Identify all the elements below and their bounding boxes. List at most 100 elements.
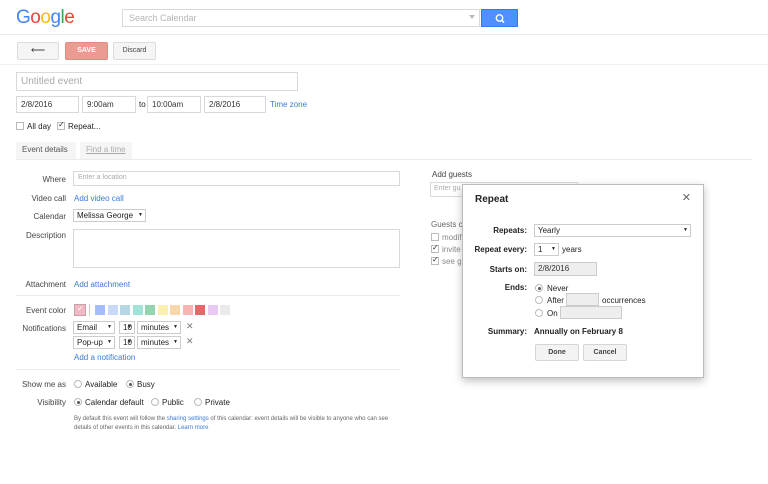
- all-day-label: All day: [27, 122, 52, 131]
- all-day-checkbox[interactable]: [16, 122, 24, 130]
- notification-amount: 10: [123, 323, 132, 332]
- starts-on-input[interactable]: 2/8/2016: [534, 262, 597, 276]
- description-textarea[interactable]: [73, 229, 400, 268]
- description-label: Description: [25, 231, 66, 240]
- close-icon[interactable]: ✕: [682, 191, 691, 204]
- event-color-swatch[interactable]: [157, 305, 168, 315]
- notification-unit: minutes: [141, 323, 170, 332]
- event-color-swatch[interactable]: [220, 305, 230, 315]
- calendar-select-value: Melissa George: [77, 211, 134, 220]
- repeat-every-label: Repeat every:: [474, 245, 527, 254]
- event-color-swatch[interactable]: [95, 305, 105, 315]
- notification-method: Email: [77, 323, 98, 332]
- discard-button[interactable]: Discard: [113, 42, 156, 60]
- event-color-swatch[interactable]: [120, 305, 130, 315]
- event-title-input[interactable]: Untitled event: [16, 72, 298, 91]
- ends-on-label: On: [547, 309, 558, 318]
- event-color-selected[interactable]: ✓: [74, 304, 86, 316]
- time-zone-link[interactable]: Time zone: [270, 100, 307, 109]
- visibility-default-radio[interactable]: [74, 398, 82, 406]
- ends-label: Ends:: [504, 283, 527, 292]
- notification-unit-select[interactable]: minutes: [137, 321, 181, 334]
- end-date-input[interactable]: 2/8/2016: [204, 96, 266, 113]
- back-button[interactable]: ⟵: [17, 42, 59, 60]
- header-divider: [0, 34, 768, 35]
- event-color-swatch[interactable]: [107, 305, 118, 315]
- start-time-input[interactable]: 9:00am: [82, 96, 136, 113]
- ends-on-date-input[interactable]: [560, 306, 622, 319]
- event-color-swatch[interactable]: [132, 305, 143, 315]
- cancel-button[interactable]: Cancel: [583, 344, 627, 361]
- repeat-every-select[interactable]: 1: [534, 243, 559, 256]
- event-color-swatch[interactable]: [195, 305, 205, 315]
- add-notification-link[interactable]: Add a notification: [74, 353, 135, 362]
- visibility-public-label: Public: [162, 398, 184, 407]
- google-logo[interactable]: Google: [16, 7, 75, 29]
- show-busy-radio[interactable]: [126, 380, 134, 388]
- show-available-radio[interactable]: [74, 380, 82, 388]
- tabs-divider: [16, 159, 752, 160]
- where-input[interactable]: Enter a location: [73, 171, 400, 186]
- calendar-select[interactable]: Melissa George: [73, 209, 146, 222]
- ends-after-label: After: [547, 296, 564, 305]
- visibility-private-label: Private: [205, 398, 230, 407]
- section-divider: [16, 369, 400, 370]
- repeats-select[interactable]: Yearly: [534, 224, 691, 237]
- add-video-call-link[interactable]: Add video call: [74, 194, 124, 203]
- sharing-settings-link[interactable]: sharing settings: [167, 416, 209, 422]
- tab-find-a-time[interactable]: Find a time: [80, 142, 132, 159]
- search-button[interactable]: [481, 9, 518, 27]
- show-available-label: Available: [85, 380, 118, 389]
- guest-permission-checkbox[interactable]: [431, 243, 439, 253]
- show-me-as-label: Show me as: [21, 380, 66, 389]
- guest-permission-checkbox[interactable]: [431, 233, 439, 241]
- search-input[interactable]: Search Calendar: [122, 9, 480, 27]
- summary-value: Annually on February 8: [534, 327, 623, 336]
- occurrences-input[interactable]: [566, 293, 599, 306]
- notification-amount: 10: [123, 338, 132, 347]
- learn-more-link[interactable]: Learn more: [178, 425, 209, 431]
- repeat-dialog: Repeat ✕ Repeats: Yearly Repeat every: 1…: [462, 184, 704, 378]
- ends-after-radio[interactable]: [535, 296, 543, 304]
- event-color-swatch[interactable]: [182, 305, 193, 315]
- notification-unit-select[interactable]: minutes: [137, 336, 181, 349]
- repeat-label: Repeat...: [68, 122, 101, 131]
- notifications-label: Notifications: [22, 324, 66, 333]
- search-options-caret-icon[interactable]: [469, 15, 475, 19]
- visibility-private-radio[interactable]: [194, 398, 202, 406]
- save-button[interactable]: SAVE: [65, 42, 108, 60]
- notification-method-select[interactable]: Email: [73, 321, 115, 334]
- end-time-input[interactable]: 10:00am: [147, 96, 201, 113]
- to-label: to: [139, 100, 146, 109]
- guest-permission-checkbox[interactable]: [431, 255, 439, 265]
- repeat-every-unit: years: [562, 245, 582, 254]
- visibility-public-radio[interactable]: [151, 398, 159, 406]
- summary-label: Summary:: [487, 327, 527, 336]
- event-color-swatch[interactable]: [145, 305, 155, 315]
- notification-amount-input[interactable]: 10: [119, 321, 135, 334]
- visibility-footnote: By default this event will follow the sh…: [74, 415, 404, 433]
- start-date-input[interactable]: 2/8/2016: [16, 96, 79, 113]
- notification-method: Pop-up: [77, 338, 103, 347]
- add-attachment-link[interactable]: Add attachment: [74, 280, 130, 289]
- ends-never-radio[interactable]: [535, 284, 543, 292]
- repeats-value: Yearly: [538, 226, 560, 235]
- ends-on-radio[interactable]: [535, 309, 543, 317]
- attachment-label: Attachment: [25, 280, 66, 289]
- search-icon: [495, 14, 505, 24]
- tab-event-details[interactable]: Event details: [16, 142, 76, 159]
- calendar-label: Calendar: [33, 212, 66, 221]
- add-guests-label: Add guests: [432, 170, 473, 179]
- remove-notification-icon[interactable]: ✕: [186, 321, 194, 332]
- section-divider: [16, 295, 400, 296]
- event-color-swatch[interactable]: [170, 305, 180, 315]
- checkmark-icon: ✓: [77, 304, 84, 313]
- toolbar-divider: [0, 64, 768, 65]
- notification-method-select[interactable]: Pop-up: [73, 336, 115, 349]
- repeat-checkbox[interactable]: [57, 120, 65, 130]
- remove-notification-icon[interactable]: ✕: [186, 336, 194, 347]
- where-label: Where: [42, 175, 66, 184]
- notification-amount-input[interactable]: 10: [119, 336, 135, 349]
- event-color-swatch[interactable]: [207, 305, 218, 315]
- done-button[interactable]: Done: [535, 344, 579, 361]
